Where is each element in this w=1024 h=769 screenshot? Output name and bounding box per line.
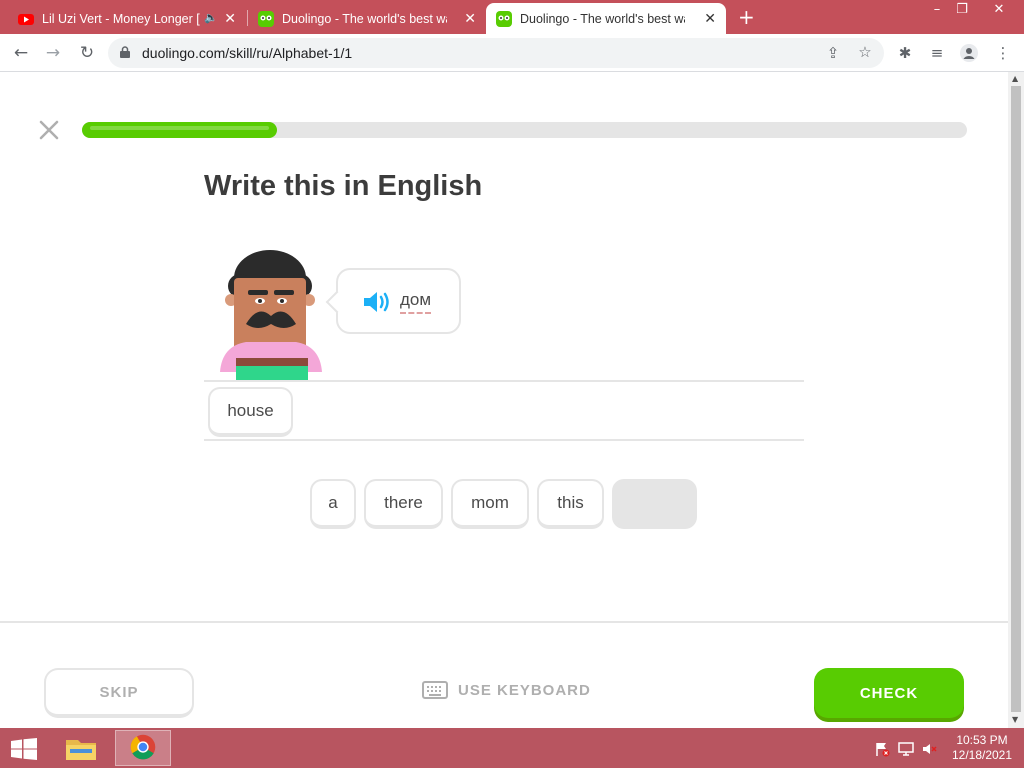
- share-icon[interactable]: ⇪: [824, 44, 842, 62]
- close-window-icon[interactable]: ✕: [982, 0, 1016, 22]
- page-scrollbar[interactable]: ▲ ▼: [1008, 72, 1024, 728]
- prompt-word[interactable]: дом: [400, 290, 432, 314]
- file-explorer-icon[interactable]: [56, 730, 106, 766]
- menu-kebab-icon[interactable]: ⋮: [994, 44, 1012, 62]
- flag-notification-icon[interactable]: [874, 741, 890, 757]
- profile-avatar-icon[interactable]: [960, 44, 978, 62]
- duolingo-icon: [258, 10, 274, 27]
- tab-title: Duolingo - The world's best way: [520, 11, 685, 26]
- tab-duolingo-1[interactable]: Duolingo - The world's best way ✕: [248, 3, 486, 34]
- skip-button[interactable]: SKIP: [44, 668, 194, 718]
- close-tab-icon[interactable]: ✕: [224, 10, 236, 26]
- use-keyboard-label: USE KEYBOARD: [458, 681, 591, 699]
- character-illustration: [220, 250, 322, 380]
- browser-toolbar: ← → ↻ duolingo.com/skill/ru/Alphabet-1/1…: [0, 34, 1024, 72]
- windows-taskbar: 10:53 PM 12/18/2021: [0, 728, 1024, 768]
- progress-bar: [82, 122, 967, 138]
- tab-title: Lil Uzi Vert - Money Longer [: [42, 11, 200, 26]
- answer-line: [204, 380, 804, 382]
- word-bank-tile[interactable]: mom: [451, 479, 529, 529]
- tab-title: Duolingo - The world's best way: [282, 11, 447, 26]
- close-lesson-icon[interactable]: [38, 119, 60, 141]
- speech-bubble: дом: [336, 268, 461, 334]
- windows-start-icon[interactable]: [10, 738, 38, 760]
- word-bank-tile[interactable]: there: [364, 479, 443, 529]
- word-bank-tile[interactable]: this: [537, 479, 604, 529]
- forward-arrow-icon[interactable]: →: [42, 42, 64, 64]
- keyboard-icon: [422, 681, 448, 699]
- duolingo-icon: [496, 10, 512, 27]
- new-tab-button[interactable]: +: [738, 6, 755, 28]
- speaker-icon[interactable]: [362, 290, 392, 314]
- tab-youtube[interactable]: Lil Uzi Vert - Money Longer [ 🔈 ✕: [8, 3, 246, 34]
- youtube-icon: [18, 13, 34, 25]
- speaker-icon[interactable]: 🔈: [204, 11, 218, 24]
- bookmark-star-icon[interactable]: ☆: [856, 43, 874, 61]
- word-bank-tile-placeholder: [612, 479, 697, 529]
- restore-icon[interactable]: ❐: [945, 0, 979, 22]
- progress-fill: [82, 122, 277, 138]
- tab-strip: Lil Uzi Vert - Money Longer [ 🔈 ✕ Duolin…: [0, 0, 1024, 34]
- address-bar[interactable]: duolingo.com/skill/ru/Alphabet-1/1 ⇪ ☆: [108, 38, 884, 68]
- clock-time: 10:53 PM: [956, 733, 1008, 747]
- lesson-page: Write this in English дом house a there …: [0, 72, 1008, 728]
- media-control-icon[interactable]: ≡: [928, 44, 946, 62]
- system-clock[interactable]: 10:53 PM 12/18/2021: [946, 733, 1018, 763]
- scroll-up-arrow-icon[interactable]: ▲: [1012, 74, 1018, 83]
- close-tab-icon[interactable]: ✕: [464, 10, 476, 26]
- challenge-heading: Write this in English: [204, 170, 483, 202]
- scroll-thumb[interactable]: [1011, 86, 1021, 712]
- reload-icon[interactable]: ↻: [76, 42, 98, 64]
- footer-divider: [0, 621, 1008, 623]
- chrome-taskbar-button[interactable]: [115, 730, 171, 766]
- scroll-down-arrow-icon[interactable]: ▼: [1012, 715, 1018, 724]
- network-icon[interactable]: [898, 741, 914, 757]
- answer-line: [204, 439, 804, 441]
- use-keyboard-button[interactable]: USE KEYBOARD: [422, 678, 591, 702]
- back-arrow-icon[interactable]: ←: [10, 42, 32, 64]
- url-text: duolingo.com/skill/ru/Alphabet-1/1: [142, 45, 353, 61]
- word-bank-tile[interactable]: a: [310, 479, 356, 529]
- volume-muted-icon[interactable]: [922, 741, 938, 757]
- answer-tile[interactable]: house: [208, 387, 293, 437]
- close-tab-icon[interactable]: ✕: [704, 10, 716, 26]
- check-button[interactable]: CHECK: [814, 668, 964, 718]
- extensions-icon[interactable]: ✱: [896, 44, 914, 62]
- chrome-icon: [130, 734, 156, 760]
- clock-date: 12/18/2021: [951, 748, 1013, 762]
- lock-icon: [120, 46, 130, 58]
- tab-duolingo-2[interactable]: Duolingo - The world's best way ✕: [486, 3, 726, 34]
